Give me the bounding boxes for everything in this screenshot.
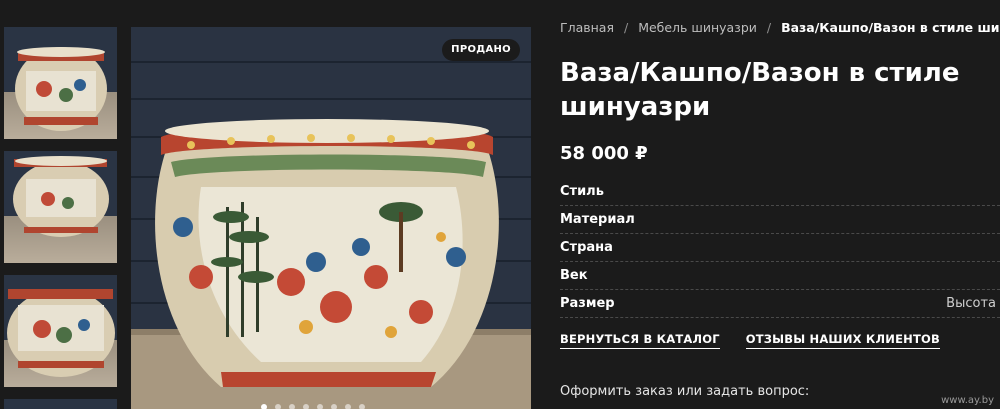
breadcrumb-category[interactable]: Мебель шинуазри bbox=[638, 20, 757, 35]
breadcrumb-home[interactable]: Главная bbox=[560, 20, 614, 35]
thumbnail-2[interactable] bbox=[4, 151, 117, 263]
property-row-style: Стиль bbox=[560, 178, 1000, 206]
reviews-link[interactable]: ОТЗЫВЫ НАШИХ КЛИЕНТОВ bbox=[745, 332, 940, 349]
property-row-material: Материал bbox=[560, 206, 1000, 234]
property-label: Век bbox=[560, 268, 588, 283]
breadcrumb-separator: / bbox=[766, 20, 772, 35]
slider-dot[interactable] bbox=[275, 404, 281, 409]
breadcrumb-separator: / bbox=[623, 20, 629, 35]
watermark: www.ay.by bbox=[941, 395, 994, 406]
product-info: Главная / Мебель шинуазри / Ваза/Кашпо/В… bbox=[560, 0, 1000, 409]
vase-thumbnail-image bbox=[7, 289, 115, 377]
back-to-catalog-link[interactable]: ВЕРНУТЬСЯ В КАТАЛОГ bbox=[560, 332, 720, 349]
sold-badge: ПРОДАНО bbox=[442, 39, 520, 61]
property-label: Материал bbox=[560, 212, 635, 227]
product-price: 58 000 ₽ bbox=[560, 143, 648, 164]
thumbnail-1[interactable] bbox=[4, 27, 117, 139]
slider-dot[interactable] bbox=[331, 404, 337, 409]
thumbnail-4[interactable] bbox=[4, 399, 117, 409]
product-properties: Стиль Материал Страна Век Размер Высота bbox=[560, 178, 1000, 318]
breadcrumb-current: Ваза/Кашпо/Вазон в стиле шинуазри bbox=[781, 20, 1000, 35]
slider-dot[interactable] bbox=[359, 404, 365, 409]
breadcrumb: Главная / Мебель шинуазри / Ваза/Кашпо/В… bbox=[560, 20, 1000, 35]
thumbnail-3[interactable] bbox=[4, 275, 117, 387]
vase-thumbnail-image bbox=[13, 156, 109, 237]
property-value: Высота bbox=[946, 296, 996, 311]
slider-dot[interactable] bbox=[303, 404, 309, 409]
vase-thumbnail-image bbox=[15, 47, 107, 131]
property-row-size: Размер Высота bbox=[560, 290, 1000, 318]
slider-dot[interactable] bbox=[345, 404, 351, 409]
property-label: Размер bbox=[560, 296, 615, 311]
property-row-century: Век bbox=[560, 262, 1000, 290]
page-title: Ваза/Кашпо/Вазон в стиле шинуазри bbox=[560, 58, 960, 122]
action-links: ВЕРНУТЬСЯ В КАТАЛОГ ОТЗЫВЫ НАШИХ КЛИЕНТО… bbox=[560, 332, 940, 349]
product-photo[interactable]: ПРОДАНО bbox=[131, 27, 531, 409]
order-prompt: Оформить заказ или задать вопрос: bbox=[560, 384, 810, 399]
slider-dot[interactable] bbox=[317, 404, 323, 409]
slider-dots bbox=[261, 404, 365, 409]
property-row-country: Страна bbox=[560, 234, 1000, 262]
slider-dot[interactable] bbox=[261, 404, 267, 409]
slider-dot[interactable] bbox=[289, 404, 295, 409]
property-label: Стиль bbox=[560, 184, 604, 199]
vase-image bbox=[131, 27, 531, 409]
property-label: Страна bbox=[560, 240, 613, 255]
